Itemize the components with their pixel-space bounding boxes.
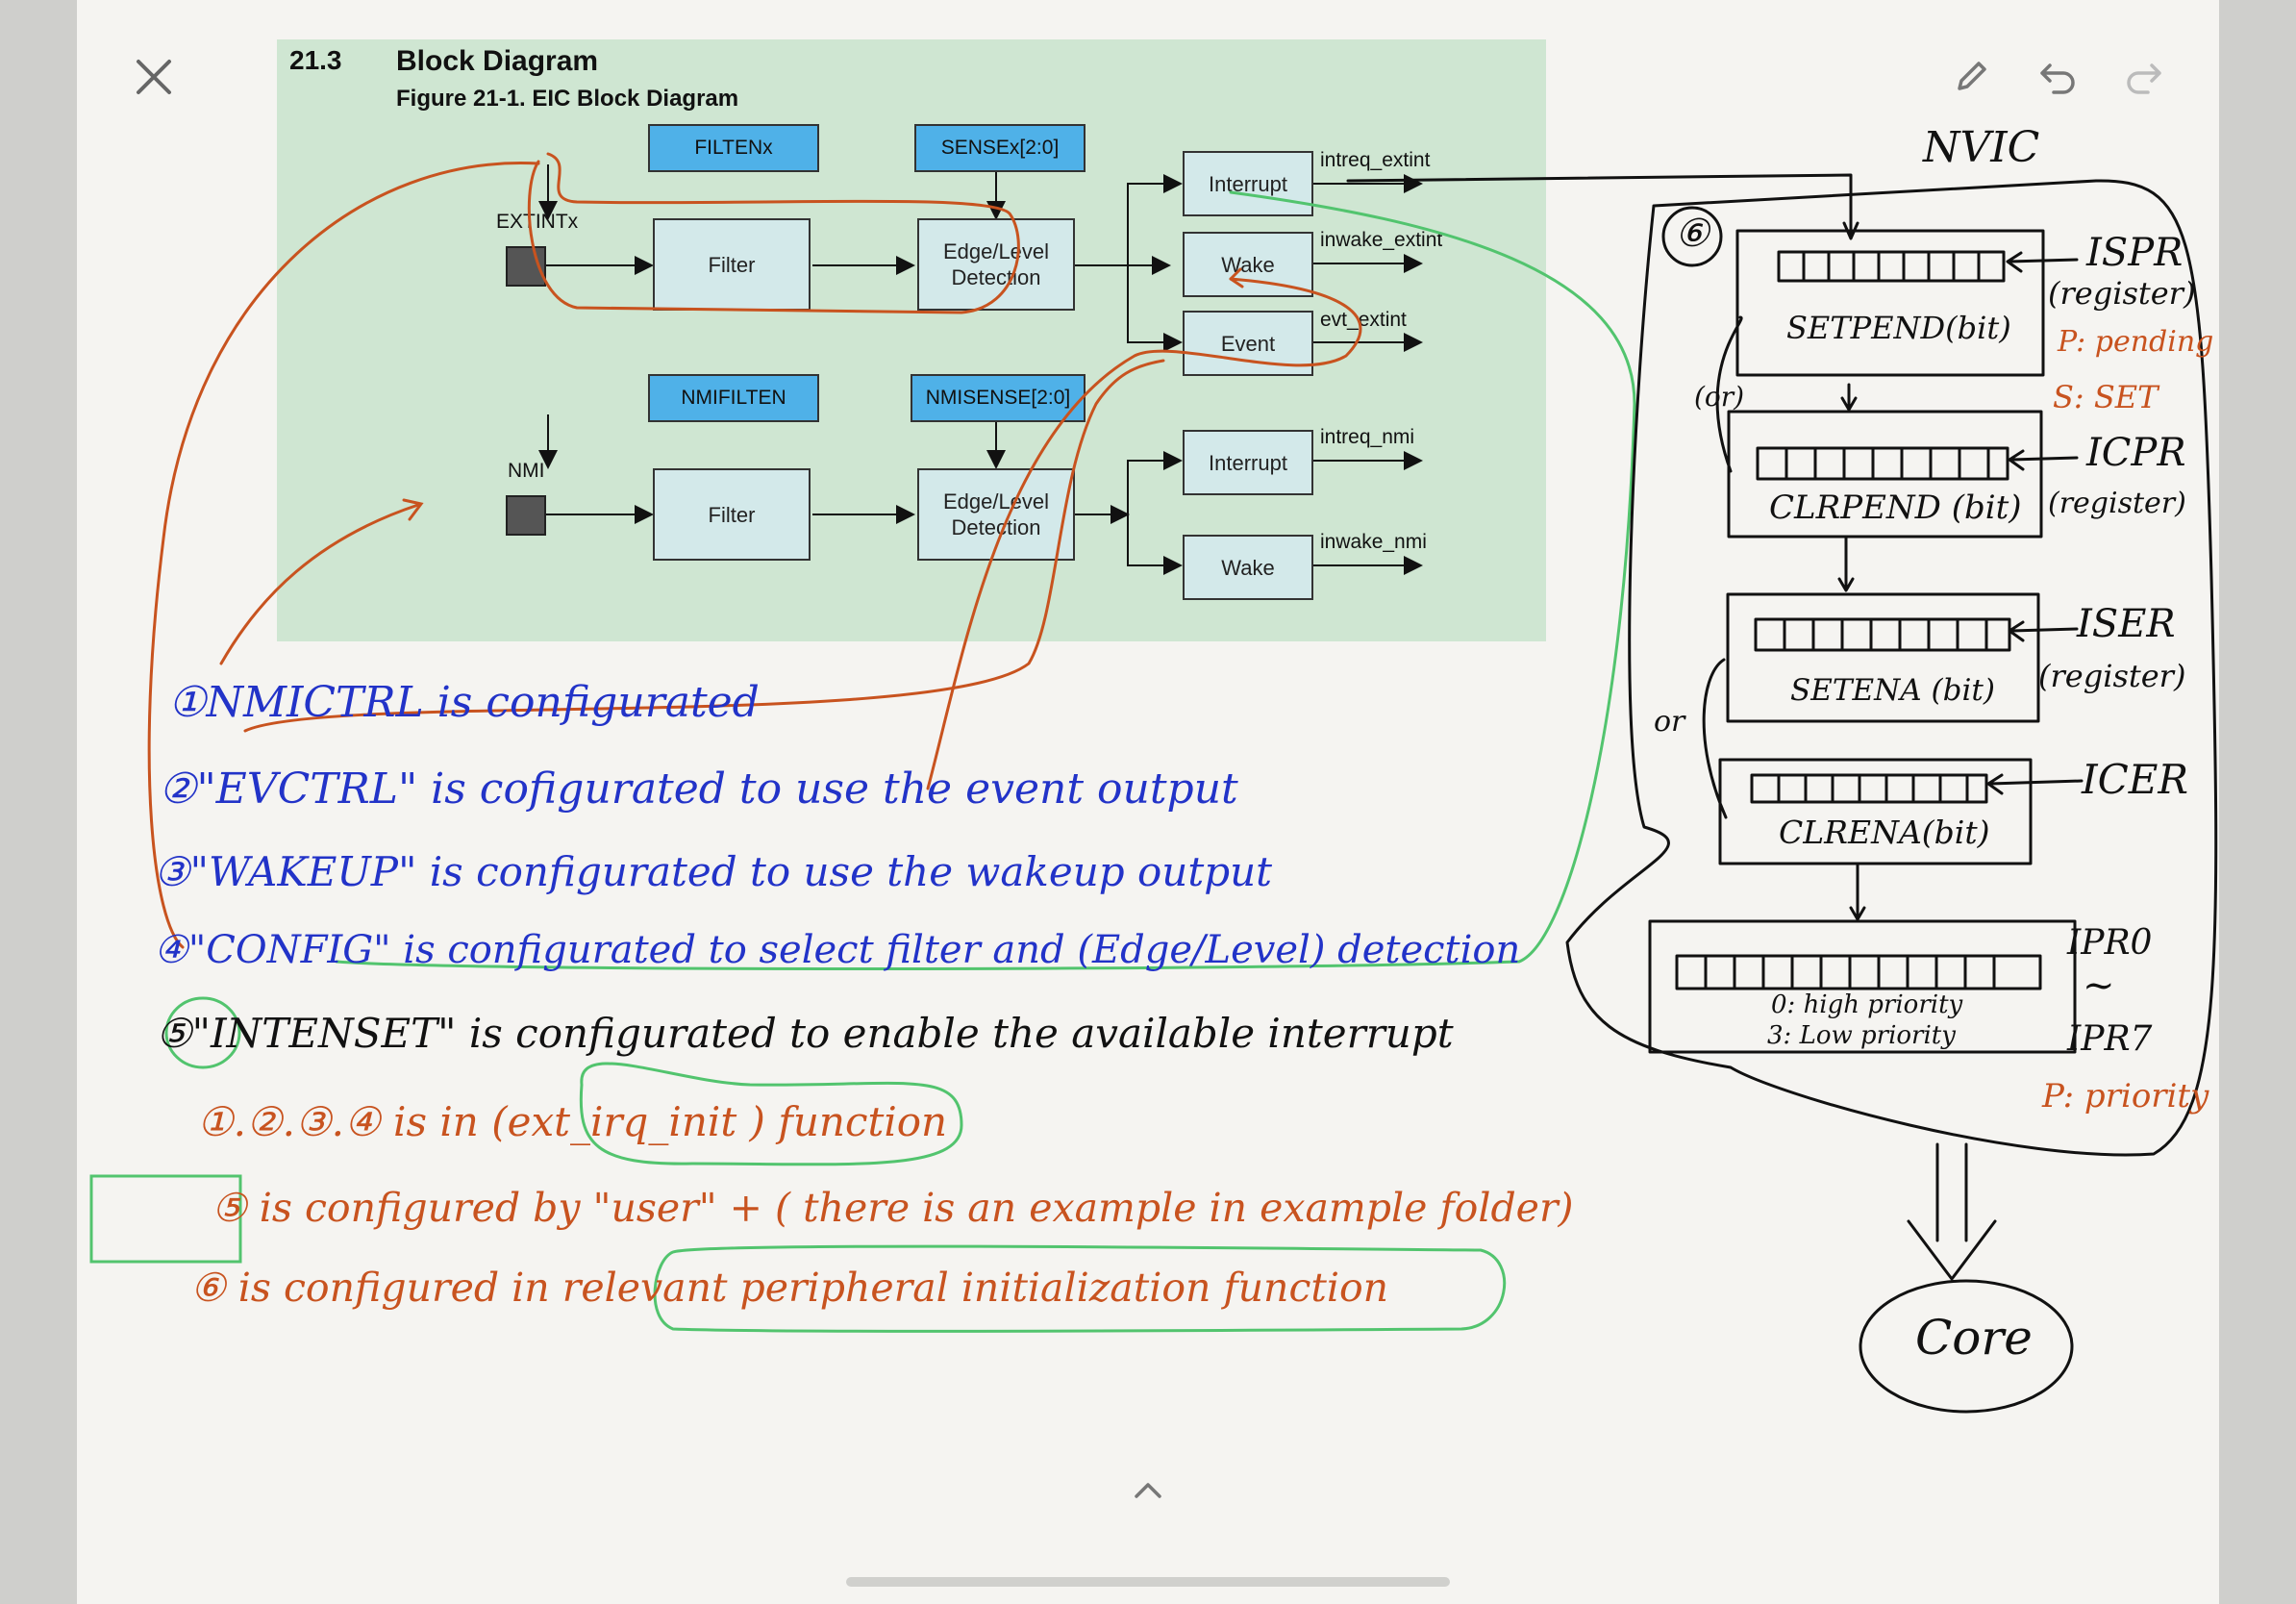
note-8-prefix: ⑥ is configured in (190, 1265, 550, 1311)
nmi-interrupt-box: Interrupt (1183, 430, 1313, 495)
note-6-prefix: ①.②.③.④ is in (197, 1098, 479, 1145)
ipr7-label: IPR7 (2067, 1019, 2153, 1059)
ext-filter-box: Filter (653, 218, 811, 311)
nmi-edge-detection-box: Edge/Level Detection (917, 468, 1075, 561)
iser-label: ISER (2077, 602, 2176, 646)
extint-pin-label: EXTINTx (496, 211, 579, 233)
redo-icon (2127, 63, 2161, 94)
note-3: ③"WAKEUP" is configurated to use the wak… (154, 848, 1273, 895)
p-priority-label: P: priority (2042, 1077, 2209, 1115)
close-icon (137, 60, 171, 94)
ispr-note: (register) (2048, 275, 2196, 312)
evt-extint-label: evt_extint (1320, 309, 1407, 331)
clrpend-label: CLRPEND (bit) (1769, 489, 2022, 527)
eic-block-diagram: 21.3 Block Diagram Figure 21-1. EIC Bloc… (277, 39, 1546, 641)
nmi-edge-line1: Edge/Level (942, 489, 1050, 514)
p-pending-label: P: pending (2058, 325, 2214, 359)
ispr-label: ISPR (2086, 231, 2184, 275)
ext-edge-line1: Edge/Level (942, 239, 1050, 263)
collapse-button[interactable] (1119, 1462, 1177, 1519)
ext-edge-detection-box: Edge/Level Detection (917, 218, 1075, 311)
note-6-function: (ext_irq_init ) (491, 1098, 765, 1145)
undo-icon (2040, 63, 2075, 94)
nvic-group-marker: ⑥ (1675, 212, 1710, 256)
inwake-extint-label: inwake_extint (1320, 229, 1443, 251)
icpr-label: ICPR (2086, 431, 2186, 475)
nmi-filter-box: Filter (653, 468, 811, 561)
note-5: ⑤"INTENSET" is configurated to enable th… (156, 1010, 1454, 1057)
icpr-note: (register) (2048, 487, 2186, 520)
ext-event-box: Event (1183, 311, 1313, 376)
ext-wake-box: Wake (1183, 232, 1313, 297)
nmi-pin-label: NMI (508, 460, 545, 482)
note-1: ①NMICTRL is configurated (168, 678, 760, 727)
note-6-suffix: function (778, 1098, 948, 1145)
nmi-wake-box: Wake (1183, 535, 1313, 600)
note-4: ④"CONFIG" is configurated to select filt… (154, 928, 1521, 972)
nmisense-register: NMISENSE[2:0] (911, 374, 1086, 422)
filtenx-register: FILTENx (648, 124, 819, 172)
pen-button[interactable] (1942, 48, 2000, 106)
redo-button[interactable] (2115, 48, 2173, 106)
intreq-extint-label: intreq_extint (1320, 149, 1431, 171)
setena-label: SETENA (bit) (1790, 673, 1995, 708)
close-button[interactable] (125, 48, 183, 106)
note-8-function: relevant peripheral initialization funct… (562, 1265, 1389, 1311)
ext-interrupt-box: Interrupt (1183, 151, 1313, 216)
nmifilten-register: NMIFILTEN (648, 374, 819, 422)
ext-edge-line2: Detection (951, 265, 1041, 289)
undo-button[interactable] (2029, 48, 2086, 106)
note-page[interactable]: 21.3 Block Diagram Figure 21-1. EIC Bloc… (77, 0, 2219, 1604)
priority-low-label: 3: Low priority (1767, 1021, 1956, 1050)
note-7: ⑤ is configured by "user" + ( there is a… (212, 1185, 1574, 1231)
chevron-up-icon (1135, 1483, 1161, 1498)
iser-note: (register) (2038, 658, 2186, 694)
note-2: ②"EVCTRL" is cofigurated to use the even… (159, 764, 1238, 814)
home-indicator[interactable] (846, 1577, 1450, 1587)
sensex-register: SENSEx[2:0] (914, 124, 1086, 172)
clrena-label: CLRENA(bit) (1779, 814, 1990, 851)
pen-icon (1958, 62, 1986, 90)
priority-high-label: 0: high priority (1771, 990, 1963, 1019)
nmi-edge-line2: Detection (951, 515, 1041, 539)
nmi-pin (506, 495, 546, 536)
core-label: Core (1915, 1310, 2033, 1366)
nvic-title: NVIC (1923, 123, 2040, 172)
or-label-2: or (1654, 705, 1685, 739)
note-8: ⑥ is configured in relevant peripheral i… (190, 1265, 1388, 1311)
intreq-nmi-label: intreq_nmi (1320, 426, 1415, 448)
or-label-1: (or) (1694, 381, 1745, 413)
setpend-label: SETPEND(bit) (1786, 310, 2011, 346)
s-set-label: S: SET (2053, 379, 2159, 415)
extint-pin (506, 246, 546, 287)
note-6: ①.②.③.④ is in (ext_irq_init ) function (197, 1098, 947, 1145)
ipr-tilde: ~ (2083, 964, 2115, 1008)
ipr0-label: IPR0 (2067, 923, 2153, 963)
inwake-nmi-label: inwake_nmi (1320, 531, 1427, 553)
icer-label: ICER (2082, 756, 2189, 803)
